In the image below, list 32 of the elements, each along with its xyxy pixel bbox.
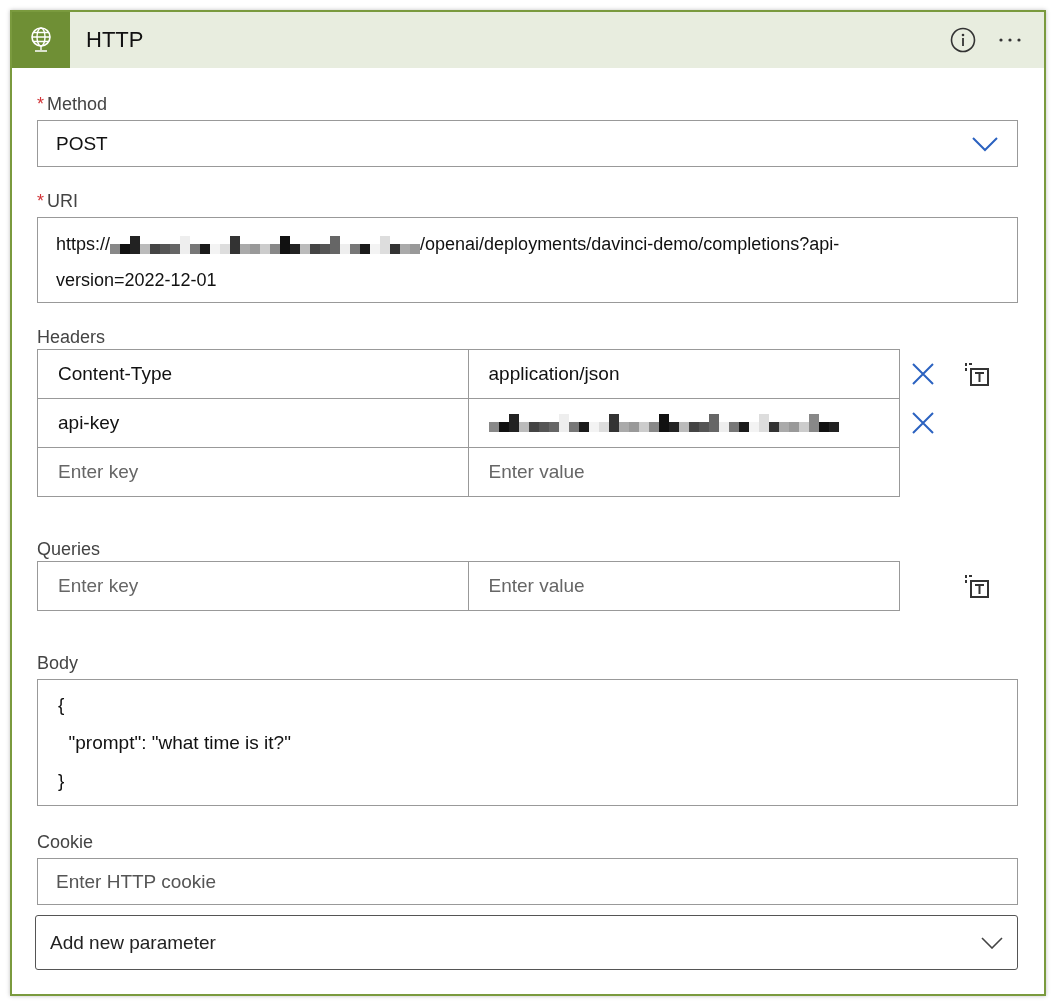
header-key-cell[interactable]: Content-Type (38, 350, 469, 398)
field-label: Headers (37, 326, 106, 348)
field-label: Method (47, 93, 108, 115)
card-title: HTTP (86, 27, 145, 53)
required-asterisk: * (37, 93, 44, 115)
field-label: Cookie (37, 831, 94, 853)
code-line: "prompt": "what time is it?" (67, 731, 292, 755)
code-line: } (58, 769, 66, 793)
text-mode-icon[interactable] (964, 573, 990, 599)
info-icon[interactable] (950, 27, 976, 53)
close-icon[interactable] (911, 411, 935, 435)
value-input[interactable]: Enter value (468, 562, 899, 610)
body-editor[interactable]: { "prompt": "what time is it?" } (37, 679, 1018, 806)
header-key-cell[interactable]: api-key (38, 399, 469, 447)
text-mode-icon[interactable] (964, 361, 990, 387)
chevron-down-icon (981, 936, 1003, 949)
code-line: { (58, 693, 66, 717)
field-label: URI (47, 190, 78, 212)
more-icon[interactable] (998, 37, 1022, 43)
close-icon[interactable] (911, 362, 935, 386)
method-dropdown[interactable]: POST (37, 120, 1018, 167)
key-input[interactable]: Enter key (38, 562, 469, 610)
value-input[interactable]: Enter value (468, 448, 899, 496)
field-label: Body (37, 652, 79, 674)
uri-field[interactable]: https:// /openai/deployments/davinci-demo/completions?api-version=2022-12-01 (37, 217, 1018, 303)
cookie-input[interactable]: Enter HTTP cookie (37, 858, 1018, 905)
header-value-cell[interactable]: application/json (468, 350, 899, 398)
key-input[interactable]: Enter key (38, 448, 469, 496)
add-parameter-dropdown[interactable]: Add new parameter (35, 915, 1018, 970)
chevron-down-icon (971, 135, 999, 152)
field-label: Queries (37, 538, 101, 560)
required-asterisk: * (37, 190, 44, 212)
